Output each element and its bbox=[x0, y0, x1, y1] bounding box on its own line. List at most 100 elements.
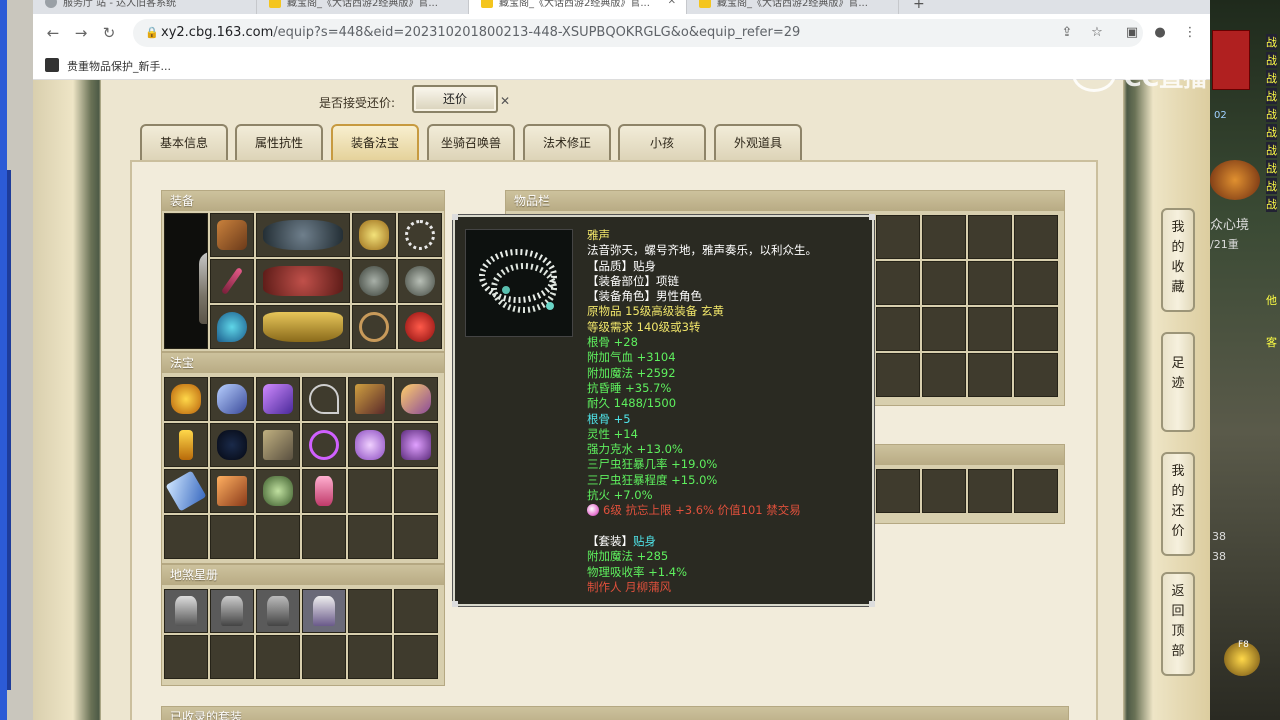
game-label[interactable]: 战 bbox=[1266, 142, 1277, 158]
inventory-slot[interactable] bbox=[876, 307, 920, 351]
inventory-slot[interactable] bbox=[1014, 353, 1058, 397]
game-label[interactable]: 客 bbox=[1266, 334, 1277, 350]
star-card-slot-empty[interactable] bbox=[302, 635, 346, 679]
treasure-slot-empty[interactable] bbox=[348, 469, 392, 513]
star-card-slot-empty[interactable] bbox=[394, 589, 438, 633]
inventory-slot[interactable] bbox=[1014, 469, 1058, 513]
inventory-slot[interactable] bbox=[968, 353, 1012, 397]
tab-appearance[interactable]: 外观道具 bbox=[714, 124, 802, 160]
inventory-slot[interactable] bbox=[968, 307, 1012, 351]
inventory-slot[interactable] bbox=[922, 307, 966, 351]
star-card-slot-empty[interactable] bbox=[256, 635, 300, 679]
inventory-slot[interactable] bbox=[922, 353, 966, 397]
treasure-slot[interactable] bbox=[348, 423, 392, 467]
lock-icon[interactable]: 🔒 bbox=[145, 26, 159, 39]
treasure-slot[interactable] bbox=[256, 377, 300, 421]
equip-slot[interactable] bbox=[210, 305, 254, 349]
inventory-slot[interactable] bbox=[968, 261, 1012, 305]
address-bar[interactable]: 🔒 xy2.cbg.163.com/equip?s=448&eid=202310… bbox=[133, 19, 1143, 47]
game-label[interactable]: 战 bbox=[1266, 70, 1277, 86]
footprint-button[interactable]: 足迹 bbox=[1161, 332, 1195, 432]
game-label[interactable]: 战 bbox=[1266, 52, 1277, 68]
treasure-slot[interactable] bbox=[164, 377, 208, 421]
reload-icon[interactable]: ↻ bbox=[99, 23, 119, 43]
treasure-slot-empty[interactable] bbox=[394, 515, 438, 559]
star-card-slot[interactable] bbox=[164, 589, 208, 633]
inventory-slot[interactable] bbox=[876, 353, 920, 397]
back-icon[interactable]: ← bbox=[43, 23, 63, 43]
game-label[interactable]: 战 bbox=[1266, 124, 1277, 140]
star-card-slot[interactable] bbox=[256, 589, 300, 633]
new-tab-button[interactable]: + bbox=[913, 0, 925, 12]
treasure-slot[interactable] bbox=[210, 423, 254, 467]
treasure-slot[interactable] bbox=[256, 423, 300, 467]
treasure-slot-empty[interactable] bbox=[164, 515, 208, 559]
star-card-slot-empty[interactable] bbox=[348, 635, 392, 679]
inventory-slot[interactable] bbox=[1014, 261, 1058, 305]
equip-slot[interactable] bbox=[352, 259, 396, 303]
tab-spell-mods[interactable]: 法术修正 bbox=[523, 124, 611, 160]
inventory-slot[interactable] bbox=[1014, 215, 1058, 259]
browser-tab[interactable]: 藏宝阁_《大话西游2经典版》官... bbox=[687, 0, 899, 14]
game-label[interactable]: 战 bbox=[1266, 178, 1277, 194]
game-label[interactable]: 战 bbox=[1266, 88, 1277, 104]
my-bargains-button[interactable]: 我的还价 bbox=[1161, 452, 1195, 556]
tab-close-icon[interactable]: ✕ bbox=[668, 0, 676, 7]
my-favorites-button[interactable]: 我的收藏 bbox=[1161, 208, 1195, 312]
profile-icon[interactable]: ● bbox=[1151, 24, 1169, 42]
inventory-slot[interactable] bbox=[968, 469, 1012, 513]
star-card-slot[interactable] bbox=[302, 589, 346, 633]
game-label[interactable]: 战 bbox=[1266, 160, 1277, 176]
treasure-slot-empty[interactable] bbox=[256, 515, 300, 559]
game-label[interactable]: 战 bbox=[1266, 34, 1277, 50]
star-card-slot[interactable] bbox=[210, 589, 254, 633]
star-card-slot-empty[interactable] bbox=[164, 635, 208, 679]
tab-child[interactable]: 小孩 bbox=[618, 124, 706, 160]
treasure-slot-empty[interactable] bbox=[302, 515, 346, 559]
treasure-slot-empty[interactable] bbox=[210, 515, 254, 559]
bookmark-link[interactable]: 贵重物品保护_新手... bbox=[67, 58, 171, 74]
treasure-slot[interactable] bbox=[394, 377, 438, 421]
inventory-slot[interactable] bbox=[876, 215, 920, 259]
equip-slot[interactable] bbox=[352, 305, 396, 349]
inventory-slot[interactable] bbox=[1014, 307, 1058, 351]
star-card-slot-empty[interactable] bbox=[348, 589, 392, 633]
tab-equipment[interactable]: 装备法宝 bbox=[331, 124, 419, 160]
star-card-slot-empty[interactable] bbox=[210, 635, 254, 679]
browser-tab[interactable]: 服务厅 站 - 达人旧客系统 bbox=[33, 0, 257, 14]
treasure-slot[interactable] bbox=[302, 469, 346, 513]
treasure-slot[interactable] bbox=[210, 377, 254, 421]
tab-basic-info[interactable]: 基本信息 bbox=[140, 124, 228, 160]
equip-slot[interactable] bbox=[210, 259, 254, 303]
equip-slot[interactable] bbox=[398, 213, 442, 257]
equip-slot[interactable] bbox=[256, 259, 350, 303]
bargain-button[interactable]: 还价 bbox=[412, 85, 510, 113]
tab-attributes[interactable]: 属性抗性 bbox=[235, 124, 323, 160]
treasure-slot[interactable] bbox=[256, 469, 300, 513]
treasure-slot[interactable] bbox=[164, 469, 208, 513]
inventory-slot[interactable] bbox=[968, 215, 1012, 259]
treasure-slot[interactable] bbox=[302, 377, 346, 421]
equip-slot[interactable] bbox=[256, 213, 350, 257]
inventory-slot[interactable] bbox=[876, 261, 920, 305]
treasure-slot-empty[interactable] bbox=[394, 469, 438, 513]
equip-slot[interactable] bbox=[256, 305, 350, 349]
treasure-slot[interactable] bbox=[394, 423, 438, 467]
browser-tab-active[interactable]: 藏宝阁_《大话西游2经典版》官... ✕ bbox=[469, 0, 687, 14]
inventory-slot[interactable] bbox=[922, 469, 966, 513]
equip-slot[interactable] bbox=[210, 213, 254, 257]
inventory-slot[interactable] bbox=[922, 215, 966, 259]
treasure-slot[interactable] bbox=[302, 423, 346, 467]
game-label[interactable]: 战 bbox=[1266, 196, 1277, 212]
share-icon[interactable]: ⇪ bbox=[1058, 24, 1076, 42]
browser-tab[interactable]: 藏宝阁_《大话西游2经典版》官... bbox=[257, 0, 469, 14]
inventory-slot[interactable] bbox=[876, 469, 920, 513]
forward-icon[interactable]: → bbox=[71, 23, 91, 43]
game-label[interactable]: 他 bbox=[1266, 292, 1277, 308]
reading-list-icon[interactable]: ▣ bbox=[1123, 24, 1141, 42]
treasure-slot-empty[interactable] bbox=[348, 515, 392, 559]
star-card-slot-empty[interactable] bbox=[394, 635, 438, 679]
equip-slot[interactable] bbox=[398, 305, 442, 349]
menu-icon[interactable]: ⋮ bbox=[1181, 24, 1199, 42]
equip-slot[interactable] bbox=[398, 259, 442, 303]
